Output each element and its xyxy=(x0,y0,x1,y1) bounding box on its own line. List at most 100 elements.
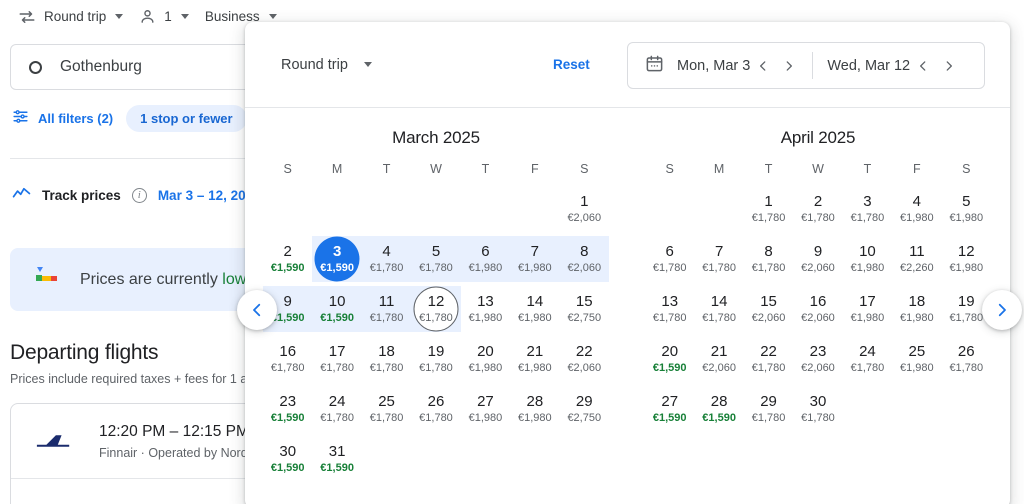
day-cell[interactable]: 6 €1,780 xyxy=(645,234,694,284)
day-cell[interactable]: 10 €1,590 xyxy=(312,284,361,334)
day-price: €1,780 xyxy=(419,312,453,324)
day-cell[interactable]: 14 €1,980 xyxy=(510,284,559,334)
day-cell[interactable]: 15 €2,060 xyxy=(744,284,793,334)
day-cell[interactable]: 26 €1,780 xyxy=(942,334,991,384)
day-cell[interactable]: 16 €2,060 xyxy=(793,284,842,334)
day-cell[interactable]: 30 €1,780 xyxy=(793,384,842,434)
day-cell[interactable]: 17 €1,780 xyxy=(312,334,361,384)
day-cell[interactable]: 8 €2,060 xyxy=(560,234,609,284)
day-cell[interactable]: 24 €1,780 xyxy=(843,334,892,384)
day-cell[interactable]: 7 €1,780 xyxy=(694,234,743,284)
calendar-trip-type-selector[interactable]: Round trip xyxy=(281,57,372,73)
day-number: 29 xyxy=(760,393,777,410)
day-cell[interactable]: 1 €2,060 xyxy=(560,184,609,234)
weekday-header-row: SMTWTFS xyxy=(263,162,609,176)
day-cell[interactable]: 25 €1,980 xyxy=(892,334,941,384)
day-cell[interactable]: 18 €1,780 xyxy=(362,334,411,384)
day-cell[interactable]: 3 €1,780 xyxy=(843,184,892,234)
day-number: 13 xyxy=(661,293,679,310)
day-cell[interactable]: 19 €1,780 xyxy=(411,334,460,384)
price-insight-text: Prices are currently low – xyxy=(80,271,260,289)
all-filters-button[interactable]: All filters (2) xyxy=(12,108,113,128)
trip-type-selector[interactable]: Round trip xyxy=(18,8,106,26)
day-number: 9 xyxy=(283,293,292,310)
day-cell[interactable]: 11 €2,260 xyxy=(892,234,941,284)
return-next-chevron-right-icon[interactable] xyxy=(936,53,962,79)
day-cell[interactable]: 8 €1,780 xyxy=(744,234,793,284)
day-cell[interactable]: 2 €1,590 xyxy=(263,234,312,284)
day-cell[interactable]: 12 €1,980 xyxy=(942,234,991,284)
return-date-segment[interactable]: Wed, Mar 12 xyxy=(819,43,962,88)
flight-times: 12:20 PM – 12:15 PM+1 xyxy=(99,422,260,441)
day-cell[interactable]: 25 €1,780 xyxy=(362,384,411,434)
day-cell[interactable]: 20 €1,980 xyxy=(461,334,510,384)
day-cell[interactable]: 29 €1,780 xyxy=(744,384,793,434)
day-cell[interactable]: 14 €1,780 xyxy=(694,284,743,334)
day-cell[interactable]: 27 €1,980 xyxy=(461,384,510,434)
day-cell[interactable]: 22 €2,060 xyxy=(560,334,609,384)
day-number: 18 xyxy=(908,293,926,310)
departure-date-segment[interactable]: Mon, Mar 3 xyxy=(628,43,802,88)
departure-next-chevron-right-icon[interactable] xyxy=(776,53,802,79)
week-row: 6 €1,780 7 €1,780 8 €1,780 9 €2,060 10 €1,980 11 €2… xyxy=(645,234,991,284)
day-cell[interactable]: 23 €1,590 xyxy=(263,384,312,434)
day-cell[interactable]: 29 €2,750 xyxy=(560,384,609,434)
return-prev-chevron-left-icon[interactable] xyxy=(910,53,936,79)
day-price: €1,590 xyxy=(270,462,305,474)
day-cell[interactable]: 10 €1,980 xyxy=(843,234,892,284)
day-price: €1,780 xyxy=(419,412,453,424)
day-cell[interactable]: 7 €1,980 xyxy=(510,234,559,284)
calendar-prev-month-button[interactable] xyxy=(237,290,277,330)
day-cell[interactable]: 27 €1,590 xyxy=(645,384,694,434)
day-price: €1,590 xyxy=(320,462,354,474)
day-cell[interactable]: 6 €1,980 xyxy=(461,234,510,284)
day-number: 12 xyxy=(427,293,445,310)
day-cell[interactable]: 2 €1,780 xyxy=(793,184,842,234)
day-number: 30 xyxy=(279,443,297,460)
week-row: 13 €1,780 14 €1,780 15 €2,060 16 €2,060 17 €1,980… xyxy=(645,284,991,334)
day-cell[interactable]: 24 €1,780 xyxy=(312,384,361,434)
day-cell[interactable]: 12 €1,780 xyxy=(411,284,460,334)
day-cell[interactable]: 21 €2,060 xyxy=(694,334,743,384)
day-cell[interactable]: 4 €1,780 xyxy=(362,234,411,284)
day-cell[interactable]: 18 €1,980 xyxy=(892,284,941,334)
day-cell[interactable]: 13 €1,780 xyxy=(645,284,694,334)
day-cell[interactable]: 30 €1,590 xyxy=(263,434,312,484)
day-cell[interactable]: 28 €1,590 xyxy=(694,384,743,434)
day-cell[interactable]: 17 €1,980 xyxy=(843,284,892,334)
day-cell[interactable]: 15 €2,750 xyxy=(560,284,609,334)
day-cell[interactable]: 21 €1,980 xyxy=(510,334,559,384)
day-number: 27 xyxy=(477,393,494,410)
calendar-icon xyxy=(645,54,677,78)
month-title: March 2025 xyxy=(392,128,480,147)
day-number: 30 xyxy=(809,393,827,410)
day-cell[interactable]: 20 €1,590 xyxy=(645,334,694,384)
filter-chip-stops[interactable]: 1 stop or fewer xyxy=(126,104,247,132)
day-cell[interactable]: 9 €2,060 xyxy=(793,234,842,284)
day-cell[interactable]: 22 €1,780 xyxy=(744,334,793,384)
passenger-chevron-down-icon[interactable] xyxy=(180,14,189,19)
trip-type-chevron-down-icon[interactable] xyxy=(115,14,124,19)
day-cell[interactable]: 23 €2,060 xyxy=(793,334,842,384)
reset-button[interactable]: Reset xyxy=(553,57,590,72)
day-cell[interactable]: 1 €1,780 xyxy=(744,184,793,234)
day-number: 16 xyxy=(809,293,827,310)
departure-prev-chevron-left-icon[interactable] xyxy=(750,53,776,79)
day-cell[interactable]: 11 €1,780 xyxy=(362,284,411,334)
day-cell[interactable]: 5 €1,980 xyxy=(942,184,991,234)
day-cell[interactable]: 13 €1,980 xyxy=(461,284,510,334)
day-cell[interactable]: 3 €1,590 xyxy=(312,234,361,284)
passenger-selector[interactable]: 1 xyxy=(139,8,172,25)
calendar-next-month-button[interactable] xyxy=(982,290,1022,330)
chevron-down-icon[interactable] xyxy=(363,62,372,67)
day-cell[interactable]: 31 €1,590 xyxy=(312,434,361,484)
weekday-label: S xyxy=(580,162,589,176)
day-price: €1,780 xyxy=(949,312,984,324)
day-cell[interactable]: 5 €1,780 xyxy=(411,234,460,284)
day-cell[interactable]: 16 €1,780 xyxy=(263,334,312,384)
day-cell[interactable]: 26 €1,780 xyxy=(411,384,460,434)
day-cell[interactable]: 4 €1,980 xyxy=(892,184,941,234)
info-icon[interactable]: i xyxy=(131,187,147,203)
cabin-class-chevron-down-icon[interactable] xyxy=(268,14,277,19)
day-cell[interactable]: 28 €1,980 xyxy=(510,384,559,434)
